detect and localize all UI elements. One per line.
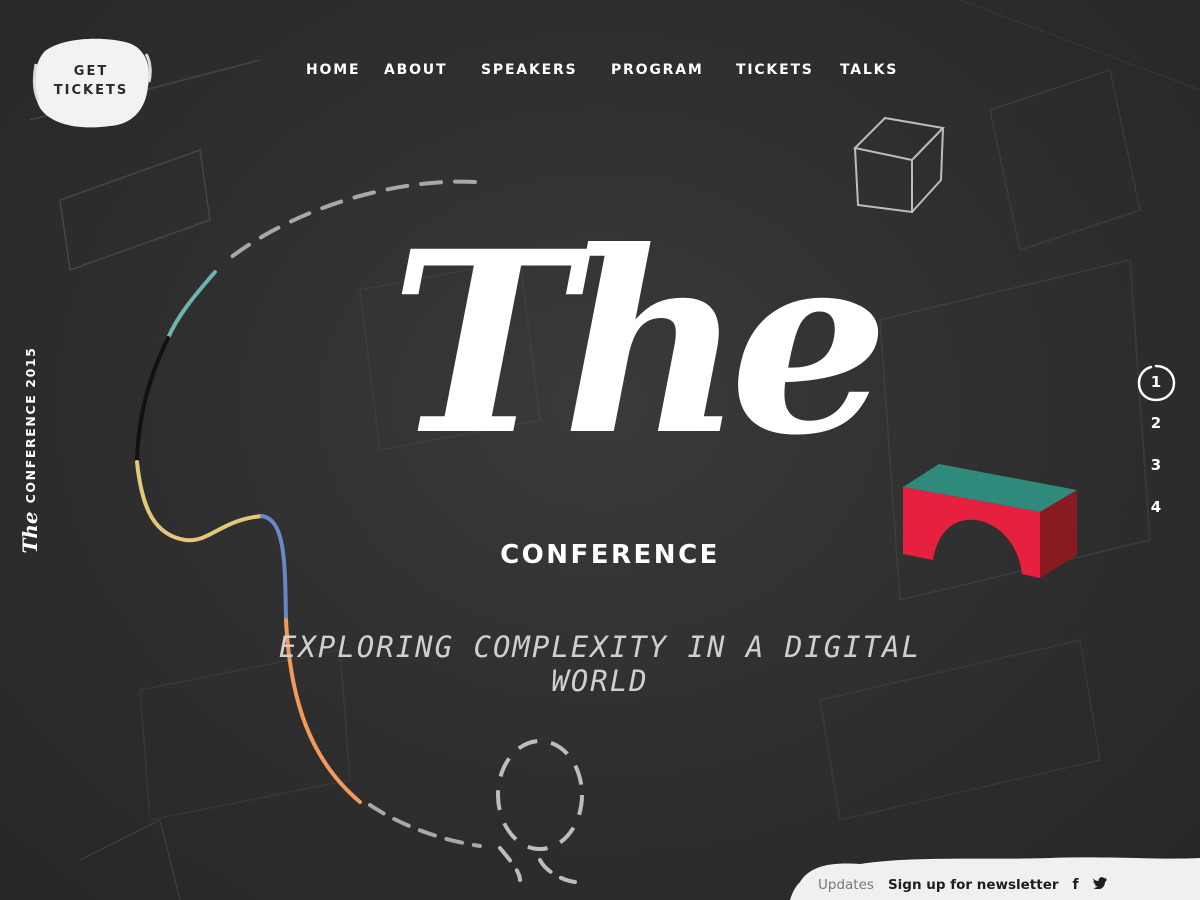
side-logo-the: The [18, 511, 42, 554]
colored-string [135, 270, 362, 804]
pager-item-3[interactable]: 3 [1134, 456, 1178, 474]
hero-subtitle: CONFERENCE [500, 540, 720, 570]
dashed-circle [496, 739, 584, 851]
pager-item-4[interactable]: 4 [1134, 498, 1178, 516]
nav-speakers[interactable]: SPEAKERS [481, 62, 577, 78]
side-conference-year: CONFERENCE 2015 [22, 346, 38, 504]
page: GET TICKETS HOME ABOUT SPEAKERS PROGRAM … [0, 0, 1200, 900]
nav-program[interactable]: PROGRAM [611, 62, 704, 78]
pager-item-1[interactable]: 1 [1134, 373, 1178, 391]
nav-home[interactable]: HOME [306, 62, 360, 78]
twitter-bird-shape [1091, 877, 1107, 890]
updates-label: Updates [818, 877, 874, 893]
hero-title: The [390, 196, 889, 490]
pager-item-2[interactable]: 2 [1134, 414, 1178, 432]
main-nav: HOME ABOUT SPEAKERS PROGRAM TICKETS TALK… [0, 62, 1200, 84]
arch-block-icon [903, 464, 1077, 578]
side-brand-label: The CONFERENCE 2015 [18, 320, 42, 580]
facebook-icon[interactable]: f [1073, 877, 1079, 893]
nav-tickets[interactable]: TICKETS [736, 62, 814, 78]
nav-about[interactable]: ABOUT [384, 62, 447, 78]
dashed-path-bottom [368, 803, 482, 848]
twitter-icon[interactable] [1091, 877, 1107, 893]
slide-pager: 1 2 3 4 [1134, 362, 1178, 532]
newsletter-signup-link[interactable]: Sign up for newsletter [888, 877, 1059, 893]
hero-tagline: EXPLORING COMPLEXITY IN A DIGITAL WORLD [278, 630, 922, 698]
nav-talks[interactable]: TALKS [840, 62, 898, 78]
newsletter-row: Updates Sign up for newsletter f [818, 876, 1107, 894]
